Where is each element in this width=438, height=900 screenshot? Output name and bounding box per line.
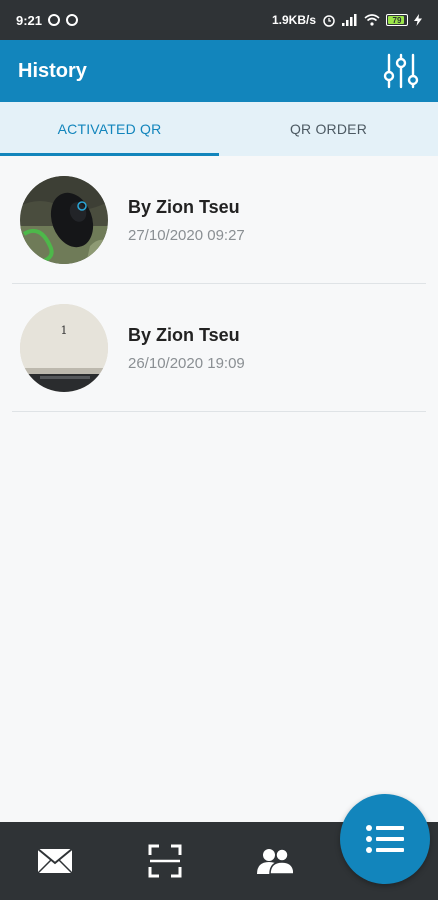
- page-title: History: [18, 59, 87, 82]
- network-speed: 1.9KB/s: [271, 13, 316, 27]
- avatar: [20, 176, 108, 264]
- nav-contacts[interactable]: [220, 822, 330, 900]
- charging-icon: [414, 14, 422, 26]
- signal-icon: [342, 14, 357, 26]
- nav-messages[interactable]: [0, 822, 110, 900]
- tab-activated-qr[interactable]: ACTIVATED QR: [0, 102, 219, 156]
- filter-button[interactable]: [382, 52, 420, 90]
- notification-icon: [66, 14, 79, 26]
- history-date: 27/10/2020 09:27: [128, 226, 245, 244]
- history-list: By Zion Tseu 27/10/2020 09:27 1 By Zion …: [0, 156, 438, 412]
- nav-scan[interactable]: [110, 822, 220, 900]
- app-bar: History: [0, 40, 438, 102]
- alarm-icon: [323, 15, 335, 27]
- history-date: 26/10/2020 19:09: [128, 354, 245, 372]
- notification-icon: [48, 14, 61, 26]
- scan-icon: [148, 844, 182, 878]
- people-icon: [257, 848, 293, 874]
- tab-bar: ACTIVATED QR QR ORDER: [0, 102, 438, 156]
- menu-fab-button[interactable]: [340, 794, 430, 884]
- mail-icon: [37, 848, 73, 874]
- status-time: 9:21: [16, 12, 43, 28]
- mouse-photo: [20, 176, 108, 264]
- battery-icon: 79: [386, 14, 408, 26]
- history-name: By Zion Tseu: [128, 196, 240, 217]
- list-item[interactable]: By Zion Tseu 27/10/2020 09:27: [0, 156, 438, 284]
- battery-level: 79: [392, 15, 402, 25]
- avatar: 1: [20, 304, 108, 392]
- history-name: By Zion Tseu: [128, 324, 240, 345]
- tab-qr-order[interactable]: QR ORDER: [219, 102, 438, 156]
- wifi-icon: [364, 14, 380, 26]
- paper-photo: 1: [20, 304, 108, 392]
- sliders-icon: [383, 53, 419, 89]
- paper-photo-text: 1: [61, 324, 68, 337]
- list-item[interactable]: 1 By Zion Tseu 26/10/2020 19:09: [0, 284, 438, 412]
- status-bar: 9:21 1.9KB/s 79: [0, 0, 438, 40]
- list-icon: [366, 825, 404, 853]
